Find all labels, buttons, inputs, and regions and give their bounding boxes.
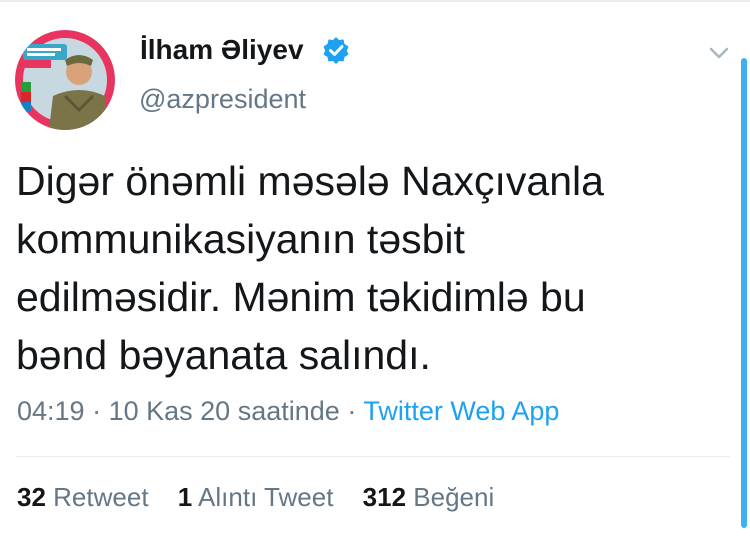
- tweet-text-line: kommunikasiyanın təsbit: [16, 216, 465, 262]
- avatar-image: [15, 30, 115, 130]
- meta-separator: ·: [92, 396, 102, 426]
- retweets-count: 32: [17, 482, 46, 512]
- tweet-text: Digər önəmli məsələ Naxçıvanla kommunika…: [16, 152, 716, 384]
- retweets-label: Retweet: [53, 482, 149, 512]
- tweet-source-link[interactable]: Twitter Web App: [363, 396, 559, 426]
- tweet-text-line: bənd bəyanata salındı.: [16, 332, 431, 378]
- tweet-text-line: edilməsidir. Mənim təkidimlə bu: [16, 274, 586, 320]
- tweet-card: İlham Əliyev @azpresident Digər önəmli m…: [0, 0, 750, 556]
- likes-count: 312: [362, 482, 407, 512]
- stats-divider: [16, 456, 730, 457]
- tweet-time[interactable]: 04:19: [17, 396, 85, 426]
- quotes-label: Alıntı Tweet: [198, 482, 334, 512]
- avatar[interactable]: [15, 30, 115, 130]
- quotes-count: 1: [177, 482, 193, 512]
- likes-label: Beğeni: [413, 482, 495, 512]
- tweet-meta: 04:19 · 10 Kas 20 saatinde · Twitter Web…: [17, 396, 559, 427]
- quotes-stat[interactable]: 1 Alıntı Tweet: [178, 482, 334, 512]
- handle[interactable]: @azpresident: [139, 84, 306, 115]
- likes-stat[interactable]: 312 Beğeni: [363, 482, 495, 512]
- scrollbar[interactable]: [741, 58, 747, 528]
- tweet-stats: 32 Retweet 1 Alıntı Tweet 312 Beğeni: [17, 482, 516, 513]
- display-name[interactable]: İlham Əliyev: [140, 34, 304, 66]
- retweets-stat[interactable]: 32 Retweet: [17, 482, 149, 512]
- tweet-text-line: Digər önəmli məsələ Naxçıvanla: [16, 158, 604, 204]
- tweet-date[interactable]: 10 Kas 20 saatinde: [109, 396, 340, 426]
- chevron-down-icon[interactable]: [704, 38, 734, 68]
- top-divider: [0, 0, 750, 2]
- meta-separator: ·: [347, 396, 357, 426]
- verified-badge-icon: [323, 37, 349, 64]
